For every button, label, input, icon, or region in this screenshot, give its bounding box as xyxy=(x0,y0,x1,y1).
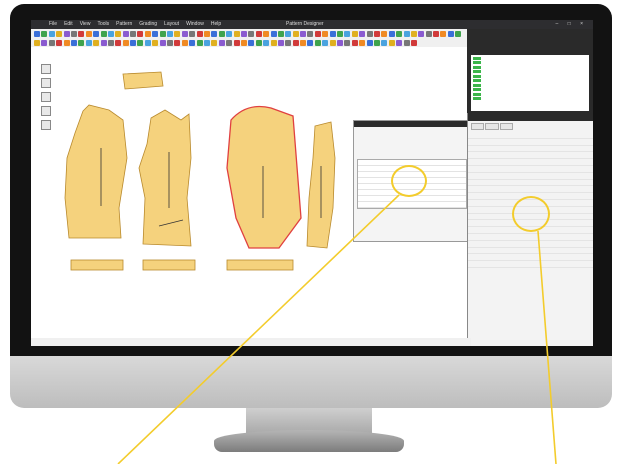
callout-line-left xyxy=(117,194,400,464)
callout-lines xyxy=(117,194,557,464)
callout-line-right xyxy=(537,230,557,464)
